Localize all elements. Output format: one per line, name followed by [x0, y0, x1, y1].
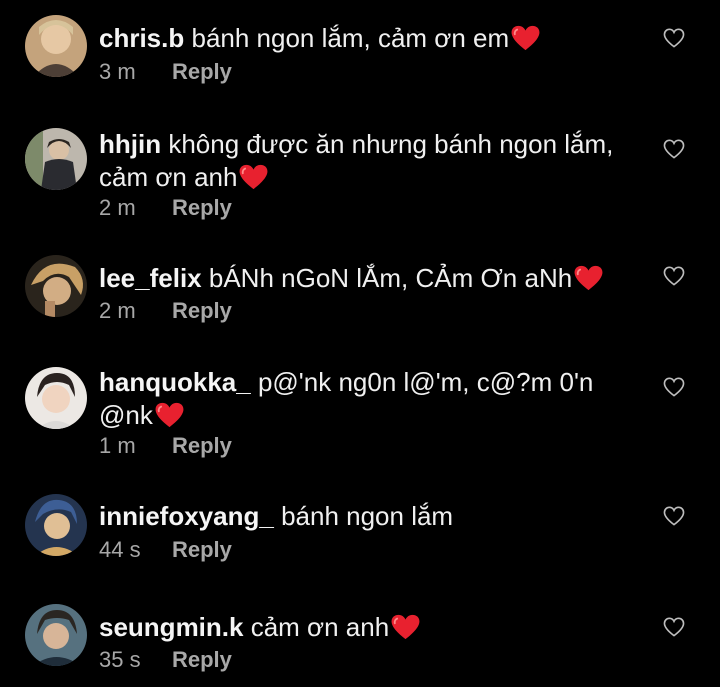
reply-button[interactable]: Reply: [172, 647, 232, 672]
like-heart-icon[interactable]: [663, 139, 685, 159]
red-heart-emoji: [240, 164, 268, 190]
comment-item: inniefoxyang_ bánh ngon lắm 44 s Reply: [0, 480, 720, 590]
avatar[interactable]: [25, 604, 87, 666]
comment-body: chris.b bánh ngon lắm, cảm ơn em: [99, 22, 644, 55]
like-heart-icon[interactable]: [663, 506, 685, 526]
comment-body: hanquokka_ p@'nk ng0n l@'m, c@?m 0'n @nk: [99, 366, 644, 432]
comment-body: seungmin.k cảm ơn anh: [99, 611, 644, 644]
comment-text-line-1: không được ăn nhưng bánh ngon lắm,: [168, 129, 614, 159]
comment-timestamp: 2 m: [99, 195, 136, 220]
like-heart-icon[interactable]: [663, 266, 685, 286]
comment-text: cảm ơn anh: [250, 612, 390, 642]
comment-username[interactable]: inniefoxyang_: [99, 501, 274, 531]
comment-meta: 2 m Reply: [99, 298, 232, 324]
comment-meta: 35 s Reply: [99, 647, 232, 673]
comment-username[interactable]: hanquokka_: [99, 367, 251, 397]
comment-item: chris.b bánh ngon lắm, cảm ơn em 3 m Repl…: [0, 0, 720, 110]
avatar-image: [25, 15, 87, 77]
red-heart-emoji: [391, 614, 420, 640]
avatar-image: [25, 367, 87, 429]
like-heart-icon[interactable]: [663, 28, 685, 48]
red-heart-emoji: [155, 402, 184, 428]
comment-username[interactable]: lee_felix: [99, 263, 202, 293]
avatar-image: [25, 128, 87, 190]
reply-button[interactable]: Reply: [172, 59, 232, 84]
comment-item: hhjin không được ăn nhưng bánh ngon lắm,…: [0, 110, 720, 230]
comment-item: hanquokka_ p@'nk ng0n l@'m, c@?m 0'n @nk…: [0, 350, 720, 480]
avatar-image: [25, 255, 87, 317]
comment-text: bánh ngon lắm, cảm ơn em: [191, 23, 510, 53]
reply-button[interactable]: Reply: [172, 537, 232, 562]
comment-username[interactable]: chris.b: [99, 23, 184, 53]
like-heart-icon[interactable]: [663, 617, 685, 637]
reply-button[interactable]: Reply: [172, 433, 232, 458]
comment-timestamp: 35 s: [99, 647, 141, 672]
comment-item: seungmin.k cảm ơn anh 35 s Reply: [0, 590, 720, 687]
avatar-image: [25, 494, 87, 556]
comment-text: bÁNh nGoN lẮm, CẢm Ơn aNh: [208, 263, 573, 293]
avatar[interactable]: [25, 494, 87, 556]
like-heart-icon[interactable]: [663, 377, 685, 397]
comment-timestamp: 3 m: [99, 59, 136, 84]
red-heart-emoji: [511, 25, 540, 51]
comment-timestamp: 1 m: [99, 433, 136, 458]
comment-meta: 44 s Reply: [99, 537, 232, 563]
avatar[interactable]: [25, 15, 87, 77]
avatar[interactable]: [25, 128, 87, 190]
avatar-image: [25, 604, 87, 666]
comment-meta: 2 m Reply: [99, 195, 232, 221]
comment-meta: 3 m Reply: [99, 59, 232, 85]
comment-timestamp: 44 s: [99, 537, 141, 562]
comment-text-line-2: cảm ơn anh: [99, 162, 238, 192]
avatar[interactable]: [25, 255, 87, 317]
avatar[interactable]: [25, 367, 87, 429]
red-heart-emoji: [574, 265, 603, 291]
comment-timestamp: 2 m: [99, 298, 136, 323]
comment-body: lee_felix bÁNh nGoN lẮm, CẢm Ơn aNh: [99, 262, 644, 295]
comment-username[interactable]: hhjin: [99, 129, 161, 159]
comment-text-line-2: @nk: [99, 400, 153, 430]
comment-text-line-1: p@'nk ng0n l@'m, c@?m 0'n: [257, 367, 594, 397]
comment-username[interactable]: seungmin.k: [99, 612, 243, 642]
comment-body: hhjin không được ăn nhưng bánh ngon lắm,…: [99, 128, 644, 194]
comment-meta: 1 m Reply: [99, 433, 232, 459]
comment-item: lee_felix bÁNh nGoN lẮm, CẢm Ơn aNh 2 m R…: [0, 230, 720, 350]
reply-button[interactable]: Reply: [172, 195, 232, 220]
comment-text: bánh ngon lắm: [281, 501, 454, 531]
reply-button[interactable]: Reply: [172, 298, 232, 323]
comment-body: inniefoxyang_ bánh ngon lắm: [99, 500, 644, 533]
